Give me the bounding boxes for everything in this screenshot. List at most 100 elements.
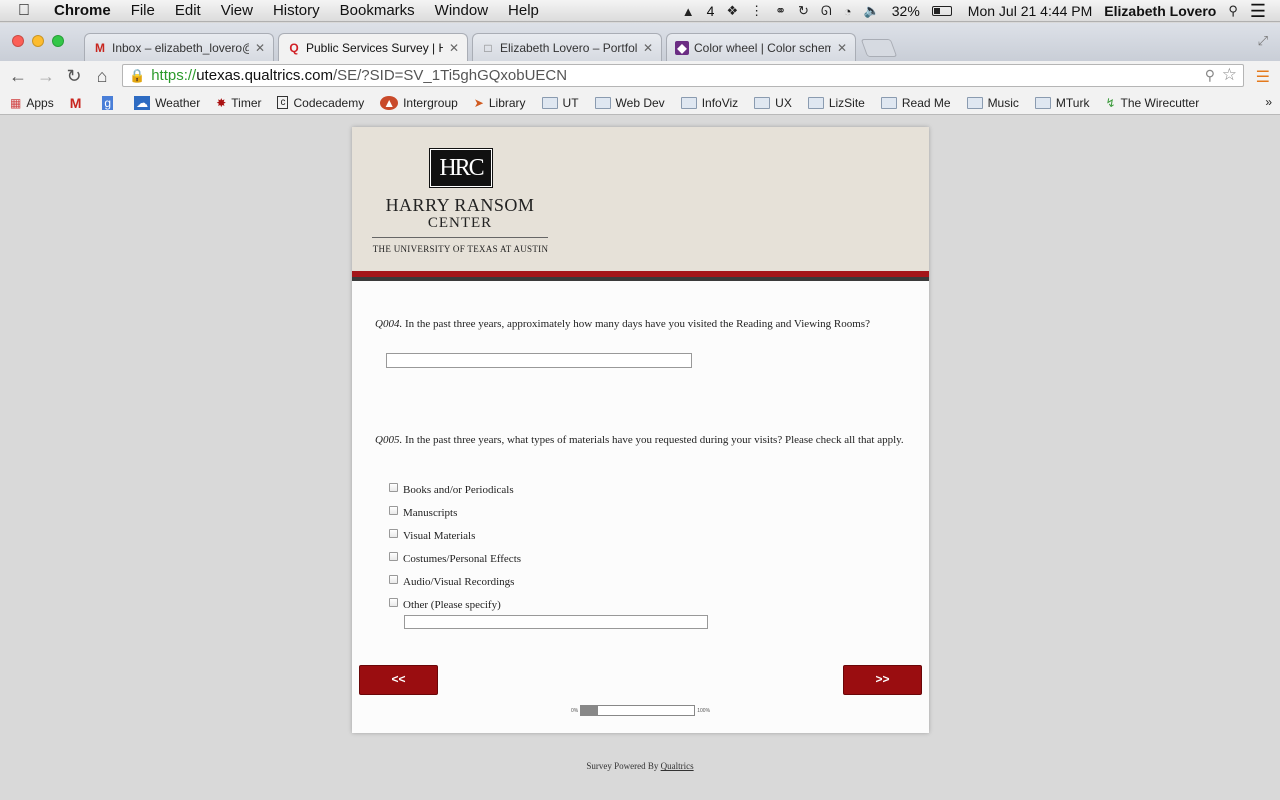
tab-qualtrics[interactable]: Q Public Services Survey | Ha ✕ [278, 33, 468, 61]
choice-other[interactable]: Other (Please specify) [389, 597, 501, 613]
qualtrics-icon: Q [289, 40, 299, 55]
forward-button[interactable]: → [32, 66, 60, 87]
choice-label[interactable]: Books and/or Periodicals [403, 484, 514, 496]
tab-gmail[interactable]: M Inbox – elizabeth_lovero@ ✕ [84, 33, 274, 61]
choice-audio-visual[interactable]: Audio/Visual Recordings [389, 574, 514, 590]
close-tab-icon[interactable]: ✕ [643, 41, 653, 55]
back-button[interactable]: ← [4, 66, 32, 87]
checkbox[interactable] [389, 597, 398, 607]
adobe-color-icon: ◆ [675, 40, 689, 55]
bookmark-folder-lizsite[interactable]: LizSite [807, 96, 865, 110]
bookmark-weather[interactable]: ☁ Weather [134, 95, 200, 110]
bookmark-folder-ut[interactable]: UT [541, 96, 579, 110]
notification-center-icon[interactable]: ☰ [1250, 1, 1266, 22]
choice-visual-materials[interactable]: Visual Materials [389, 528, 475, 544]
bluetooth-icon[interactable]: ᘏ [821, 3, 832, 19]
bookmark-drive[interactable]: g [102, 95, 118, 110]
choice-costumes[interactable]: Costumes/Personal Effects [389, 551, 521, 567]
user-name[interactable]: Elizabeth Lovero [1104, 3, 1216, 19]
creative-cloud-icon[interactable]: ⚭ [775, 3, 786, 19]
reload-button[interactable]: ↻ [60, 66, 88, 87]
close-tab-icon[interactable]: ✕ [255, 41, 265, 55]
apple-icon[interactable]:  [18, 2, 40, 20]
activity-icon[interactable]: ⋮ [750, 3, 763, 19]
dropbox-icon[interactable]: ❖ [726, 3, 738, 19]
menu-help[interactable]: Help [508, 2, 539, 19]
q004-answer-input[interactable] [386, 353, 692, 368]
checkbox[interactable] [389, 482, 398, 492]
checkbox[interactable] [389, 505, 398, 515]
other-specify-input[interactable] [404, 615, 708, 629]
volume-icon[interactable]: 🔈 [864, 3, 880, 19]
menu-bookmarks[interactable]: Bookmarks [340, 2, 415, 19]
folder-icon [541, 96, 558, 109]
bookmark-gmail[interactable]: M [70, 95, 87, 111]
adobe-icon[interactable]: ▲ [682, 4, 695, 19]
header-divider [372, 237, 548, 238]
tab-strip: M Inbox – elizabeth_lovero@ ✕ Q Public S… [0, 23, 1280, 61]
bookmarks-overflow-button[interactable]: » [1265, 95, 1272, 109]
bookmarks-bar: ▦ Apps M g ☁ Weather ✸ Timer c Codecademy ▲ I… [0, 91, 1280, 115]
home-button[interactable]: ⌂ [88, 66, 116, 87]
qualtrics-link[interactable]: Qualtrics [661, 761, 694, 771]
search-icon[interactable]: ⚲ [1205, 67, 1215, 84]
bookmark-intergroup[interactable]: ▲ Intergroup [380, 95, 458, 110]
menu-app-name[interactable]: Chrome [54, 2, 111, 19]
zoom-window-button[interactable] [52, 35, 64, 47]
choice-manuscripts[interactable]: Manuscripts [389, 505, 457, 521]
choice-books[interactable]: Books and/or Periodicals [389, 482, 514, 498]
close-tab-icon[interactable]: ✕ [449, 41, 459, 55]
bookmark-folder-infoviz[interactable]: InfoViz [680, 96, 738, 110]
fullscreen-icon[interactable]: ⤢ [1258, 33, 1268, 49]
menu-window[interactable]: Window [435, 2, 488, 19]
choice-label[interactable]: Visual Materials [403, 530, 475, 542]
close-window-button[interactable] [12, 35, 24, 47]
time-machine-icon[interactable]: ↻ [798, 3, 809, 19]
choice-label[interactable]: Other (Please specify) [403, 599, 501, 611]
new-tab-button[interactable] [860, 39, 898, 57]
bookmark-label: Web Dev [615, 95, 665, 110]
tab-portfolio[interactable]: □ Elizabeth Lovero – Portfolio ✕ [472, 33, 662, 61]
checkbox[interactable] [389, 528, 398, 538]
question-q004: Q004. In the past three years, approxima… [375, 317, 915, 332]
url-host: utexas.qualtrics.com [196, 67, 333, 84]
gmail-icon: M [95, 40, 105, 55]
menu-edit[interactable]: Edit [175, 2, 201, 19]
bookmark-codecademy[interactable]: c Codecademy [277, 96, 364, 110]
minimize-window-button[interactable] [32, 35, 44, 47]
battery-icon[interactable] [931, 6, 952, 16]
choice-label[interactable]: Costumes/Personal Effects [403, 553, 521, 565]
tab-color-wheel[interactable]: ◆ Color wheel | Color scheme ✕ [666, 33, 856, 61]
chrome-menu-icon[interactable]: ☰ [1256, 67, 1270, 87]
header-name: HARRY RANSOM [385, 195, 535, 215]
bookmark-wirecutter[interactable]: ↯ The Wirecutter [1105, 96, 1199, 110]
bookmark-timer[interactable]: ✸ Timer [216, 96, 261, 110]
bookmark-folder-webdev[interactable]: Web Dev [594, 95, 665, 110]
bookmark-folder-music[interactable]: Music [966, 96, 1019, 110]
close-tab-icon[interactable]: ✕ [837, 41, 847, 55]
bookmark-folder-ux[interactable]: UX [754, 96, 792, 110]
page-viewport: HRC HARRY RANSOM CENTER THE UNIVERSITY O… [0, 116, 1280, 796]
folder-icon [754, 96, 771, 109]
bookmark-apps[interactable]: ▦ Apps [10, 96, 54, 110]
choice-label[interactable]: Manuscripts [403, 507, 457, 519]
question-number: Q005. [375, 434, 403, 446]
back-page-button[interactable]: << [359, 665, 438, 695]
bookmark-folder-readme[interactable]: Read Me [880, 96, 951, 110]
menu-file[interactable]: File [131, 2, 155, 19]
clock[interactable]: Mon Jul 21 4:44 PM [968, 3, 1093, 19]
bookmark-star-icon[interactable]: ☆ [1222, 65, 1237, 85]
checkbox[interactable] [389, 551, 398, 561]
checkbox[interactable] [389, 574, 398, 584]
bookmark-folder-mturk[interactable]: MTurk [1034, 96, 1089, 110]
choice-label[interactable]: Audio/Visual Recordings [403, 576, 514, 588]
address-bar[interactable]: 🔒 https:// utexas.qualtrics.com /SE/?SID… [122, 64, 1244, 87]
bookmark-library[interactable]: ➤ Library [474, 96, 526, 110]
wifi-icon[interactable]: ◔ [844, 4, 852, 19]
menu-history[interactable]: History [273, 2, 320, 19]
lock-icon[interactable]: 🔒 [129, 68, 145, 84]
menu-view[interactable]: View [221, 2, 253, 19]
next-page-button[interactable]: >> [843, 665, 922, 695]
google-drive-icon: g [102, 95, 114, 110]
spotlight-icon[interactable]: ⚲ [1228, 3, 1238, 19]
